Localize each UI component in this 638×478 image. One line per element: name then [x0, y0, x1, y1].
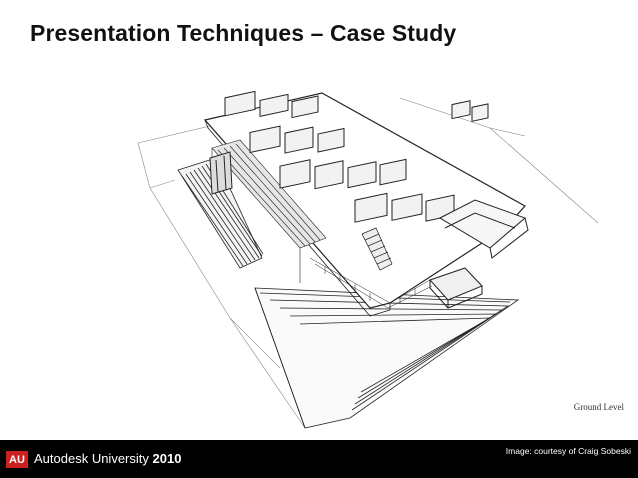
brand-name: Autodesk University — [34, 451, 149, 466]
drawing-label: Ground Level — [573, 402, 624, 412]
au-logo: AU — [6, 451, 28, 468]
terrace-steps — [254, 287, 520, 429]
slide-title: Presentation Techniques – Case Study — [30, 20, 457, 46]
footer-bar: AU Autodesk University 2010 Image: court… — [0, 440, 638, 478]
brand-text: Autodesk University 2010 — [34, 451, 181, 466]
image-credit: Image: courtesy of Craig Sobeski — [505, 446, 631, 456]
left-tower — [209, 151, 233, 195]
brand-year: 2010 — [152, 451, 182, 466]
floor-plan-drawing — [130, 88, 630, 440]
